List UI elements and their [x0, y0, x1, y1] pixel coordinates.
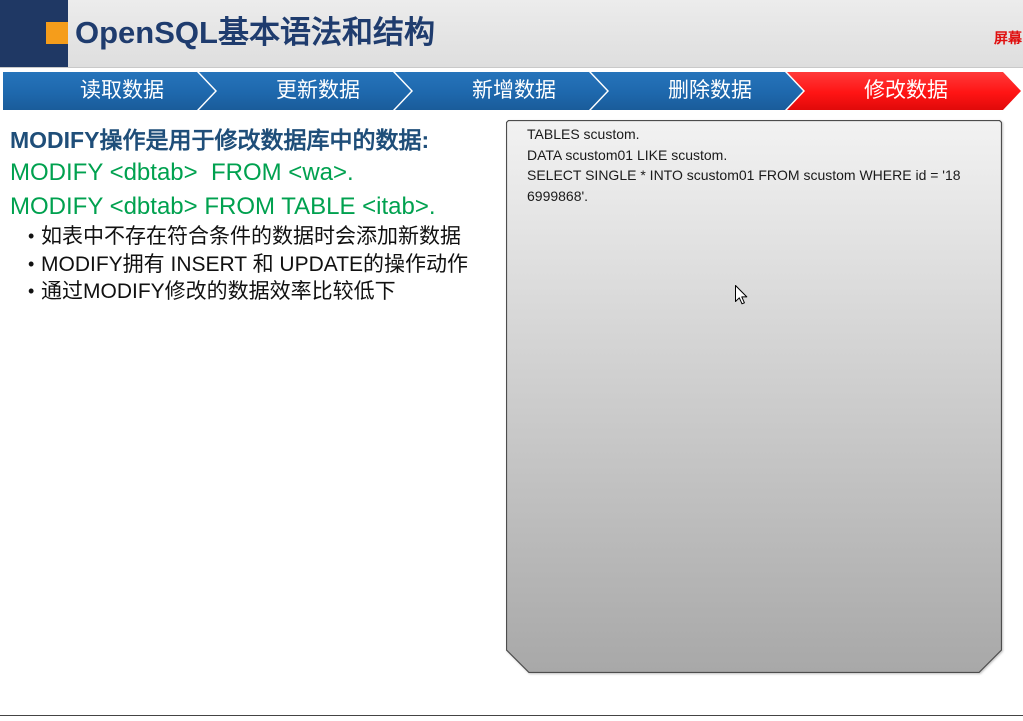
corner-label-clip: 屏幕	[994, 28, 1023, 48]
bullet-item: 通过MODIFY修改的数据效率比较低下	[28, 278, 504, 306]
content-heading: MODIFY操作是用于修改数据库中的数据:	[10, 127, 430, 153]
nav-tab-modify[interactable]: 修改数据	[787, 72, 1021, 110]
syntax-line-itab: MODIFY <dbtab> FROM TABLE <itab>.	[10, 193, 436, 220]
nav-tab-read[interactable]: 读取数据	[3, 72, 215, 110]
bullet-list: 如表中不存在符合条件的数据时会添加新数据 MODIFY拥有 INSERT 和 U…	[28, 223, 504, 306]
syntax-line-wa: MODIFY <dbtab> FROM <wa>.	[10, 159, 354, 186]
nav-tab-label: 修改数据	[864, 79, 948, 102]
nav-tab-label: 更新数据	[276, 79, 360, 102]
nav-tab-delete[interactable]: 删除数据	[591, 72, 803, 110]
nav-tab-label: 读取数据	[80, 79, 164, 102]
bullet-item: 如表中不存在符合条件的数据时会添加新数据	[28, 223, 504, 251]
code-line: 6999868'.	[527, 188, 589, 205]
corner-label: 屏幕	[994, 30, 1022, 46]
nav-tab-update[interactable]: 更新数据	[199, 72, 411, 110]
nav-tab-label: 新增数据	[472, 79, 556, 102]
bullet-item: MODIFY拥有 INSERT 和 UPDATE的操作动作	[28, 251, 504, 279]
nav-tab-label: 删除数据	[668, 79, 752, 102]
code-line: TABLES scustom.	[527, 126, 640, 142]
mouse-pointer-icon	[735, 285, 748, 305]
orange-square-icon	[46, 22, 68, 44]
code-line: DATA scustom01 LIKE scustom.	[527, 146, 728, 163]
nav-tab-insert[interactable]: 新增数据	[395, 72, 607, 110]
slide-header: OpenSQL基本语法和结构 屏幕	[0, 0, 1023, 68]
page-title: OpenSQL基本语法和结构	[75, 15, 435, 50]
slide: OpenSQL基本语法和结构 屏幕 读取数据 更新数据 新增数据 删除数据 修改…	[0, 0, 1023, 721]
code-line: SELECT SINGLE * INTO scustom01 FROM scus…	[527, 167, 961, 184]
code-panel: TABLES scustom. DATA scustom01 LIKE scus…	[506, 120, 1002, 673]
code-block: TABLES scustom. DATA scustom01 LIKE scus…	[527, 124, 997, 207]
bottom-divider	[0, 715, 1023, 716]
